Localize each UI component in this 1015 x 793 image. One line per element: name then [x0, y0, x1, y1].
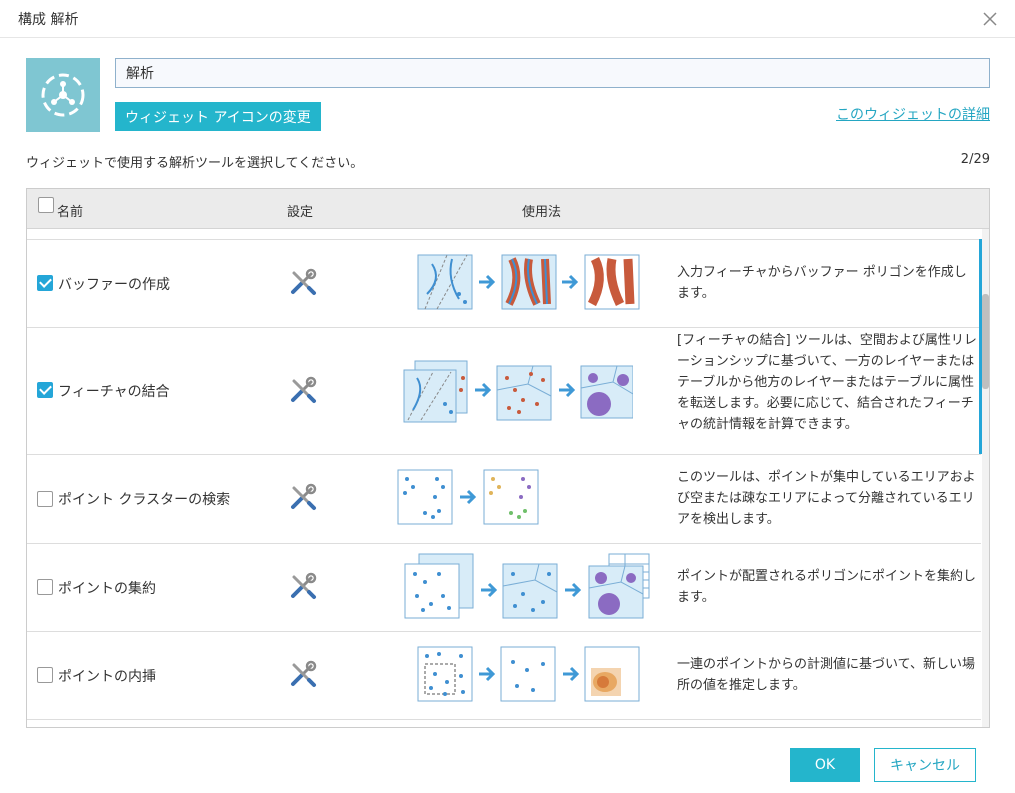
- buffer-diagram: [417, 254, 640, 310]
- selected-count: 2/29: [960, 152, 990, 167]
- tool-label: ポイント クラスターの検索: [58, 492, 231, 508]
- tools-icon[interactable]: [289, 572, 317, 600]
- row-checkbox[interactable]: [37, 275, 53, 291]
- header-usage: 使用法: [522, 205, 562, 220]
- select-all-checkbox[interactable]: [38, 197, 54, 213]
- interpolate-points-diagram: [417, 646, 640, 702]
- ok-button[interactable]: OK: [790, 748, 860, 782]
- tools-icon[interactable]: [289, 268, 317, 296]
- table-row: ポイントの内挿 一連のポイントからの計測値に基づいて、新しい場所の値を推定します…: [27, 631, 981, 719]
- dialog-title: 構成 解析: [18, 12, 79, 28]
- tool-label: ポイントの集約: [58, 581, 156, 597]
- change-icon-button[interactable]: ウィジェット アイコンの変更: [115, 102, 321, 131]
- instruction-text: ウィジェットで使用する解析ツールを選択してください。: [26, 156, 364, 171]
- widget-details-link[interactable]: このウィジェットの詳細: [836, 104, 990, 124]
- tool-description: ポイントが配置されるポリゴンにポイントを集約します。: [677, 569, 977, 605]
- dialog-title-bar: 構成 解析: [0, 0, 1015, 38]
- widget-name-input[interactable]: [115, 58, 990, 88]
- tool-description: 一連のポイントからの計測値に基づいて、新しい場所の値を推定します。: [677, 657, 975, 693]
- tools-icon[interactable]: [289, 660, 317, 688]
- tool-description: このツールは、ポイントが集中しているエリアおよび空または疎なエリアによって分離さ…: [677, 470, 976, 527]
- table-scrollbar[interactable]: [982, 229, 989, 727]
- table-row: [27, 719, 981, 727]
- join-features-diagram: [403, 360, 633, 423]
- header-settings: 設定: [287, 205, 314, 220]
- widget-icon-preview: [26, 58, 100, 132]
- close-icon[interactable]: [979, 8, 1001, 30]
- tools-icon[interactable]: [289, 376, 317, 404]
- scrollbar-thumb[interactable]: [982, 294, 989, 389]
- tool-description: 入力フィーチャからバッファー ポリゴンを作成します。: [677, 265, 967, 301]
- tool-label: ポイントの内挿: [58, 669, 156, 685]
- cancel-button[interactable]: キャンセル: [874, 748, 976, 782]
- table-row: ポイントの集約 ポイントが配置されるポリゴンにポイントを集約します。: [27, 543, 981, 631]
- tool-label: フィーチャの結合: [58, 384, 170, 400]
- point-clusters-diagram: [397, 469, 539, 525]
- tool-label: バッファーの作成: [58, 277, 170, 293]
- row-checkbox[interactable]: [37, 579, 53, 595]
- row-checkbox[interactable]: [37, 667, 53, 683]
- table-row: ポイント クラスターの検索 このツールは、ポイントが集中しているエリアおよび空ま: [27, 454, 981, 543]
- tools-icon[interactable]: [289, 483, 317, 511]
- tools-table: 名前 設定 使用法 バッファーの作成 入力フィーチャからバッファー ポリゴンを作…: [26, 188, 990, 728]
- tool-description: [フィーチャの結合] ツールは、空間および属性リレーションシップに基づいて、一方…: [677, 333, 977, 432]
- header-name: 名前: [57, 205, 84, 220]
- tool-rows: バッファーの作成 入力フィーチャからバッファー ポリゴンを作成します。 フィーチ…: [27, 239, 981, 727]
- row-checkbox[interactable]: [37, 382, 53, 398]
- table-row: バッファーの作成 入力フィーチャからバッファー ポリゴンを作成します。: [27, 239, 981, 327]
- analysis-network-icon: [41, 73, 85, 117]
- table-row: フィーチャの結合 [フィーチャの結合] ツールは、空間および属性リレーションシッ…: [27, 327, 981, 454]
- aggregate-points-diagram: [404, 553, 650, 619]
- table-header: 名前 設定 使用法: [27, 189, 989, 229]
- row-checkbox[interactable]: [37, 491, 53, 507]
